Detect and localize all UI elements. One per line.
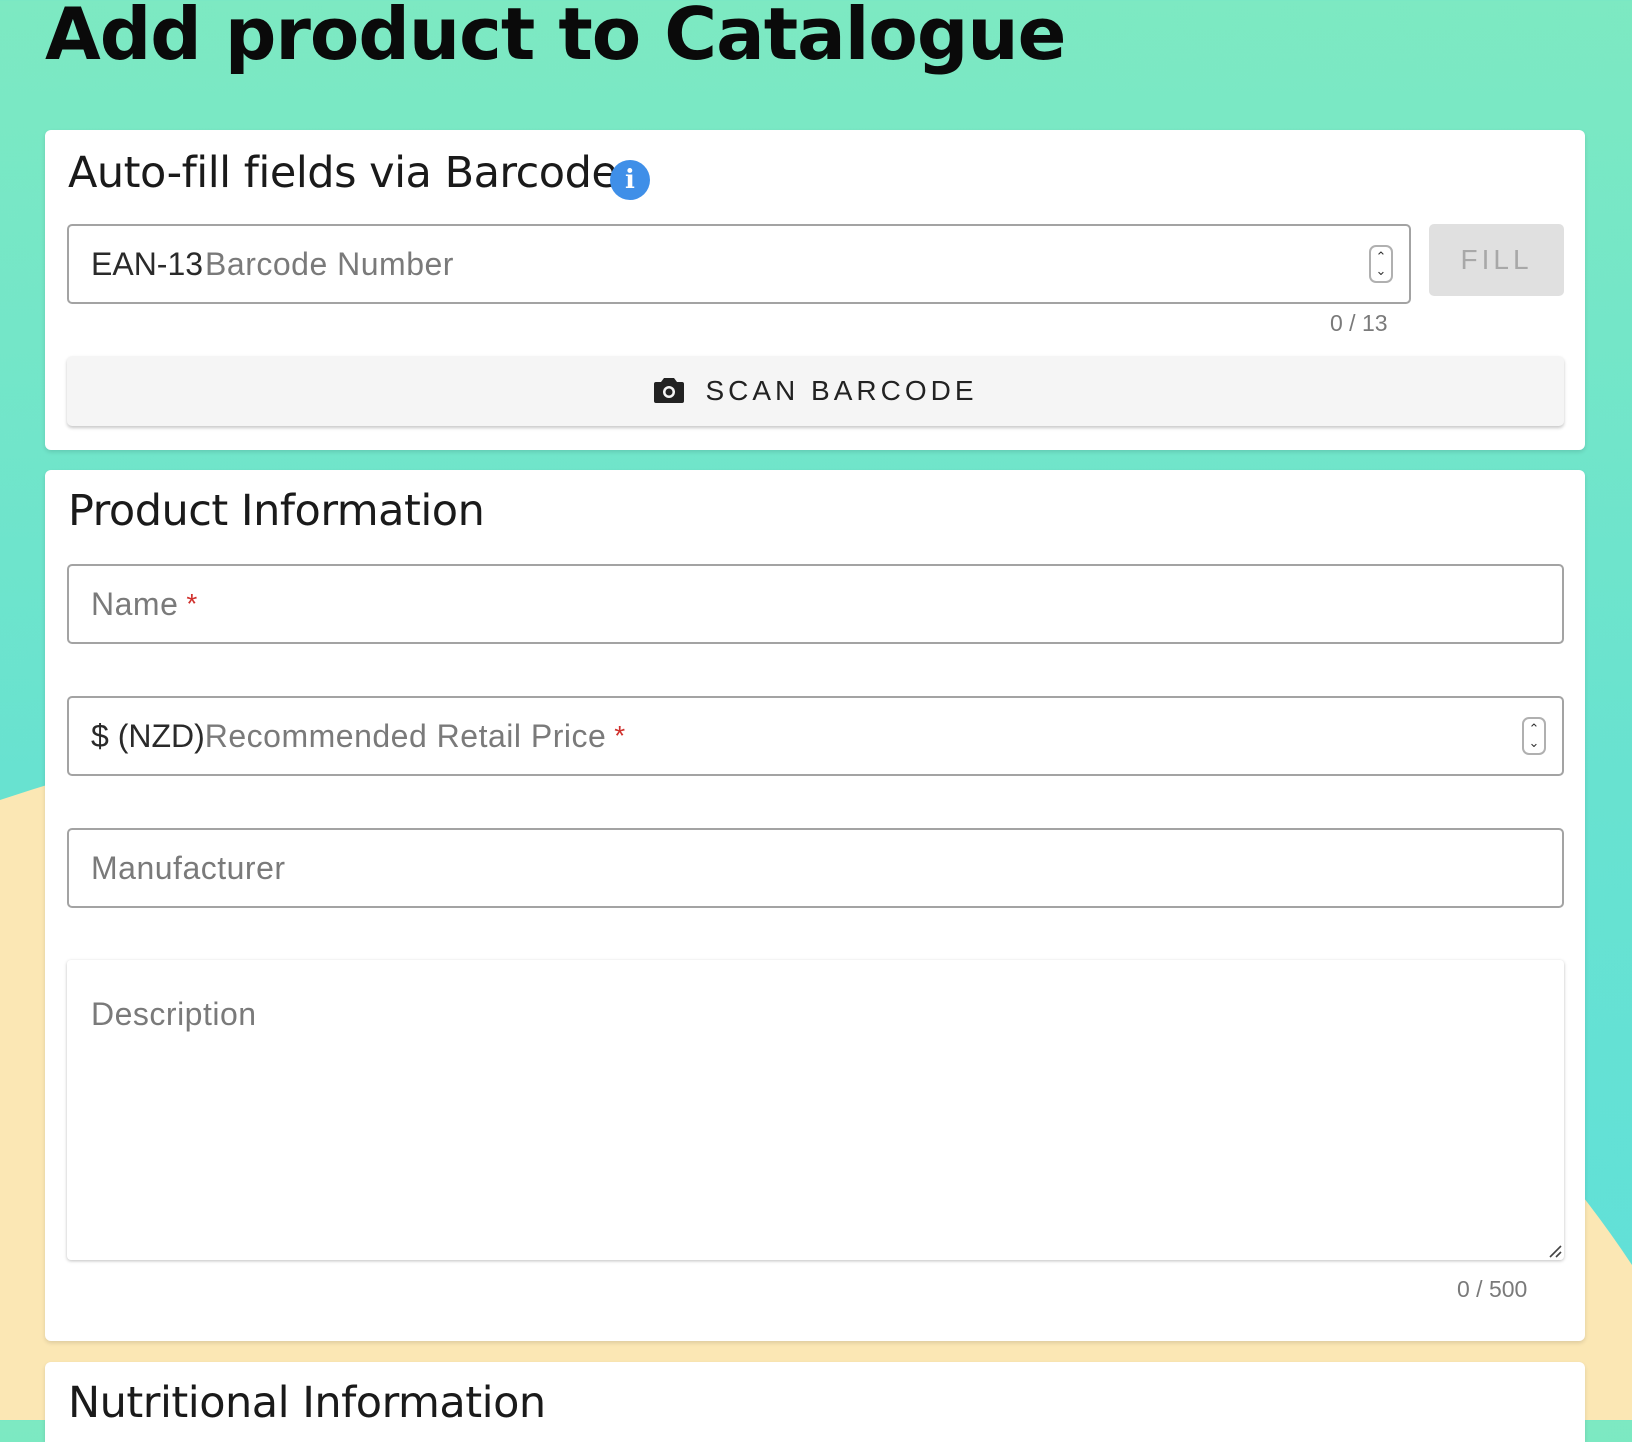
name-field[interactable]: Name * — [67, 564, 1564, 644]
price-field[interactable]: $ (NZD) Recommended Retail Price * ⌃ ⌄ — [67, 696, 1564, 776]
name-label-text: Name — [91, 585, 179, 622]
product-information-heading: Product Information — [68, 486, 485, 536]
description-textarea[interactable]: Description — [67, 960, 1564, 1260]
scan-barcode-button[interactable]: SCAN BARCODE — [67, 356, 1564, 426]
barcode-card: Auto-fill fields via Barcode i EAN-13 ⌃ … — [45, 130, 1585, 450]
description-label: Description — [91, 996, 257, 1032]
price-label-text: Recommended Retail Price — [204, 717, 607, 754]
chevron-up-icon[interactable]: ⌃ — [1529, 722, 1540, 736]
fill-button[interactable]: FILL — [1429, 224, 1564, 296]
description-counter: 0 / 500 — [1457, 1276, 1528, 1302]
resize-handle-icon[interactable] — [1548, 1244, 1562, 1258]
manufacturer-field[interactable]: Manufacturer — [67, 828, 1564, 908]
scan-barcode-label: SCAN BARCODE — [705, 375, 978, 406]
chevron-up-icon[interactable]: ⌃ — [1376, 250, 1387, 264]
page-title: Add product to Catalogue — [45, 0, 1066, 76]
chevron-down-icon[interactable]: ⌄ — [1529, 736, 1540, 750]
required-mark: * — [186, 588, 198, 619]
barcode-prefix: EAN-13 — [91, 245, 204, 282]
nutritional-information-card: Nutritional Information — [45, 1362, 1585, 1442]
price-label: Recommended Retail Price * — [205, 718, 1522, 755]
required-mark: * — [614, 720, 626, 751]
camera-icon — [653, 376, 685, 407]
name-label: Name * — [69, 586, 1562, 623]
barcode-field[interactable]: EAN-13 ⌃ ⌄ — [67, 224, 1411, 304]
barcode-input[interactable] — [203, 226, 1369, 302]
barcode-spinner[interactable]: ⌃ ⌄ — [1369, 245, 1393, 283]
barcode-counter: 0 / 13 — [1330, 310, 1388, 336]
info-icon[interactable]: i — [610, 160, 650, 200]
product-information-card: Product Information Name * $ (NZD) Recom… — [45, 470, 1585, 1341]
manufacturer-label: Manufacturer — [91, 849, 286, 886]
nutritional-information-heading: Nutritional Information — [68, 1378, 546, 1428]
chevron-down-icon[interactable]: ⌄ — [1376, 264, 1387, 278]
barcode-card-heading: Auto-fill fields via Barcode — [68, 148, 618, 198]
price-spinner[interactable]: ⌃ ⌄ — [1522, 717, 1546, 755]
price-prefix: $ (NZD) — [91, 717, 205, 754]
